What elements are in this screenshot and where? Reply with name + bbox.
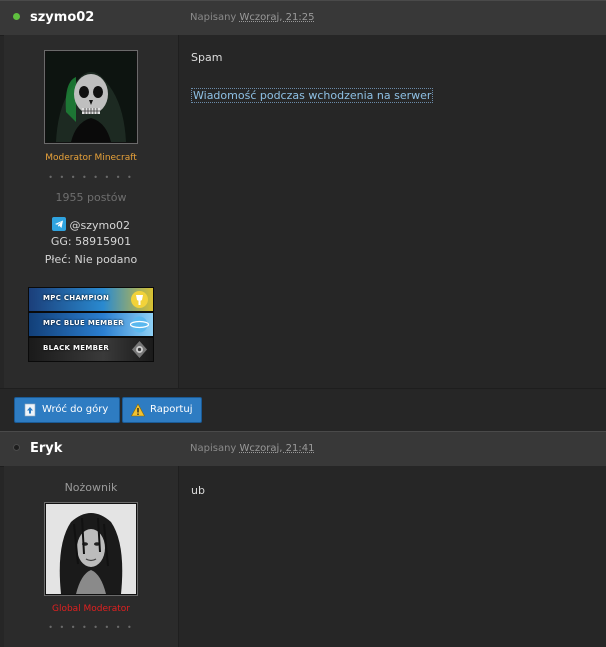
post-header: Eryk Napisany Wczoraj, 21:41 [0, 431, 606, 467]
arrow-up-page-icon [24, 403, 36, 417]
rank-pips: • • • • • • • • [48, 173, 134, 182]
telegram-handle: @szymo02 [69, 219, 130, 232]
user-rank: Moderator Minecraft [45, 153, 137, 163]
online-status-dot [13, 13, 20, 20]
post-content: ub [179, 466, 606, 647]
back-to-top-button[interactable]: Wróć do góry [14, 397, 120, 423]
post-text: Spam [191, 51, 223, 64]
offline-status-dot [13, 444, 20, 451]
planet-icon [130, 316, 149, 333]
badge-black-member: BLACK MEMBER [28, 337, 154, 362]
post-date: Napisany Wczoraj, 21:25 [190, 12, 315, 23]
post-text: ub [191, 484, 205, 497]
author-panel: Moderator Minecraft • • • • • • • • 1955… [4, 35, 179, 388]
post-content: Spam Wiadomość podczas wchodzenia na ser… [179, 35, 606, 388]
post-date: Napisany Wczoraj, 21:41 [190, 443, 315, 454]
gender: Płeć: Nie podano [44, 253, 138, 266]
post-author-name[interactable]: Eryk [30, 441, 62, 456]
telegram-icon [52, 217, 67, 231]
shield-icon [132, 341, 147, 358]
post-link[interactable]: Wiadomość podczas wchodzenia na serwer [191, 88, 434, 103]
badge-label: MPC CHAMPION [43, 294, 110, 302]
back-to-top-label: Wróć do góry [42, 404, 109, 415]
post-author-name[interactable]: szymo02 [30, 10, 94, 25]
portrait-avatar-image [46, 504, 136, 594]
avatar[interactable] [44, 50, 138, 144]
telegram-contact[interactable]: @szymo02 [4, 217, 178, 232]
post-count: 1955 postów [55, 191, 127, 204]
report-label: Raportuj [150, 404, 193, 415]
gg-number: GG: 58915901 [50, 235, 132, 248]
author-panel: Nożownik Global Moderator • • • • • • • … [4, 466, 179, 647]
badge-label: MPC BLUE MEMBER [43, 319, 124, 327]
rank-pips: • • • • • • • • [48, 623, 134, 632]
badge-mpc-blue-member: MPC BLUE MEMBER [28, 312, 154, 337]
post-header: szymo02 Napisany Wczoraj, 21:25 [0, 0, 606, 36]
avatar[interactable] [44, 502, 138, 596]
badge-label: BLACK MEMBER [43, 344, 110, 352]
post-actions-bar: Wróć do góry Raportuj [0, 388, 606, 431]
report-button[interactable]: Raportuj [122, 397, 202, 423]
trophy-icon [131, 291, 148, 308]
warning-icon [131, 403, 145, 417]
badge-mpc-champion: MPC CHAMPION [28, 287, 154, 312]
user-title: Nożownik [64, 481, 118, 494]
skull-avatar-image [46, 52, 136, 142]
user-rank: Global Moderator [51, 604, 131, 614]
